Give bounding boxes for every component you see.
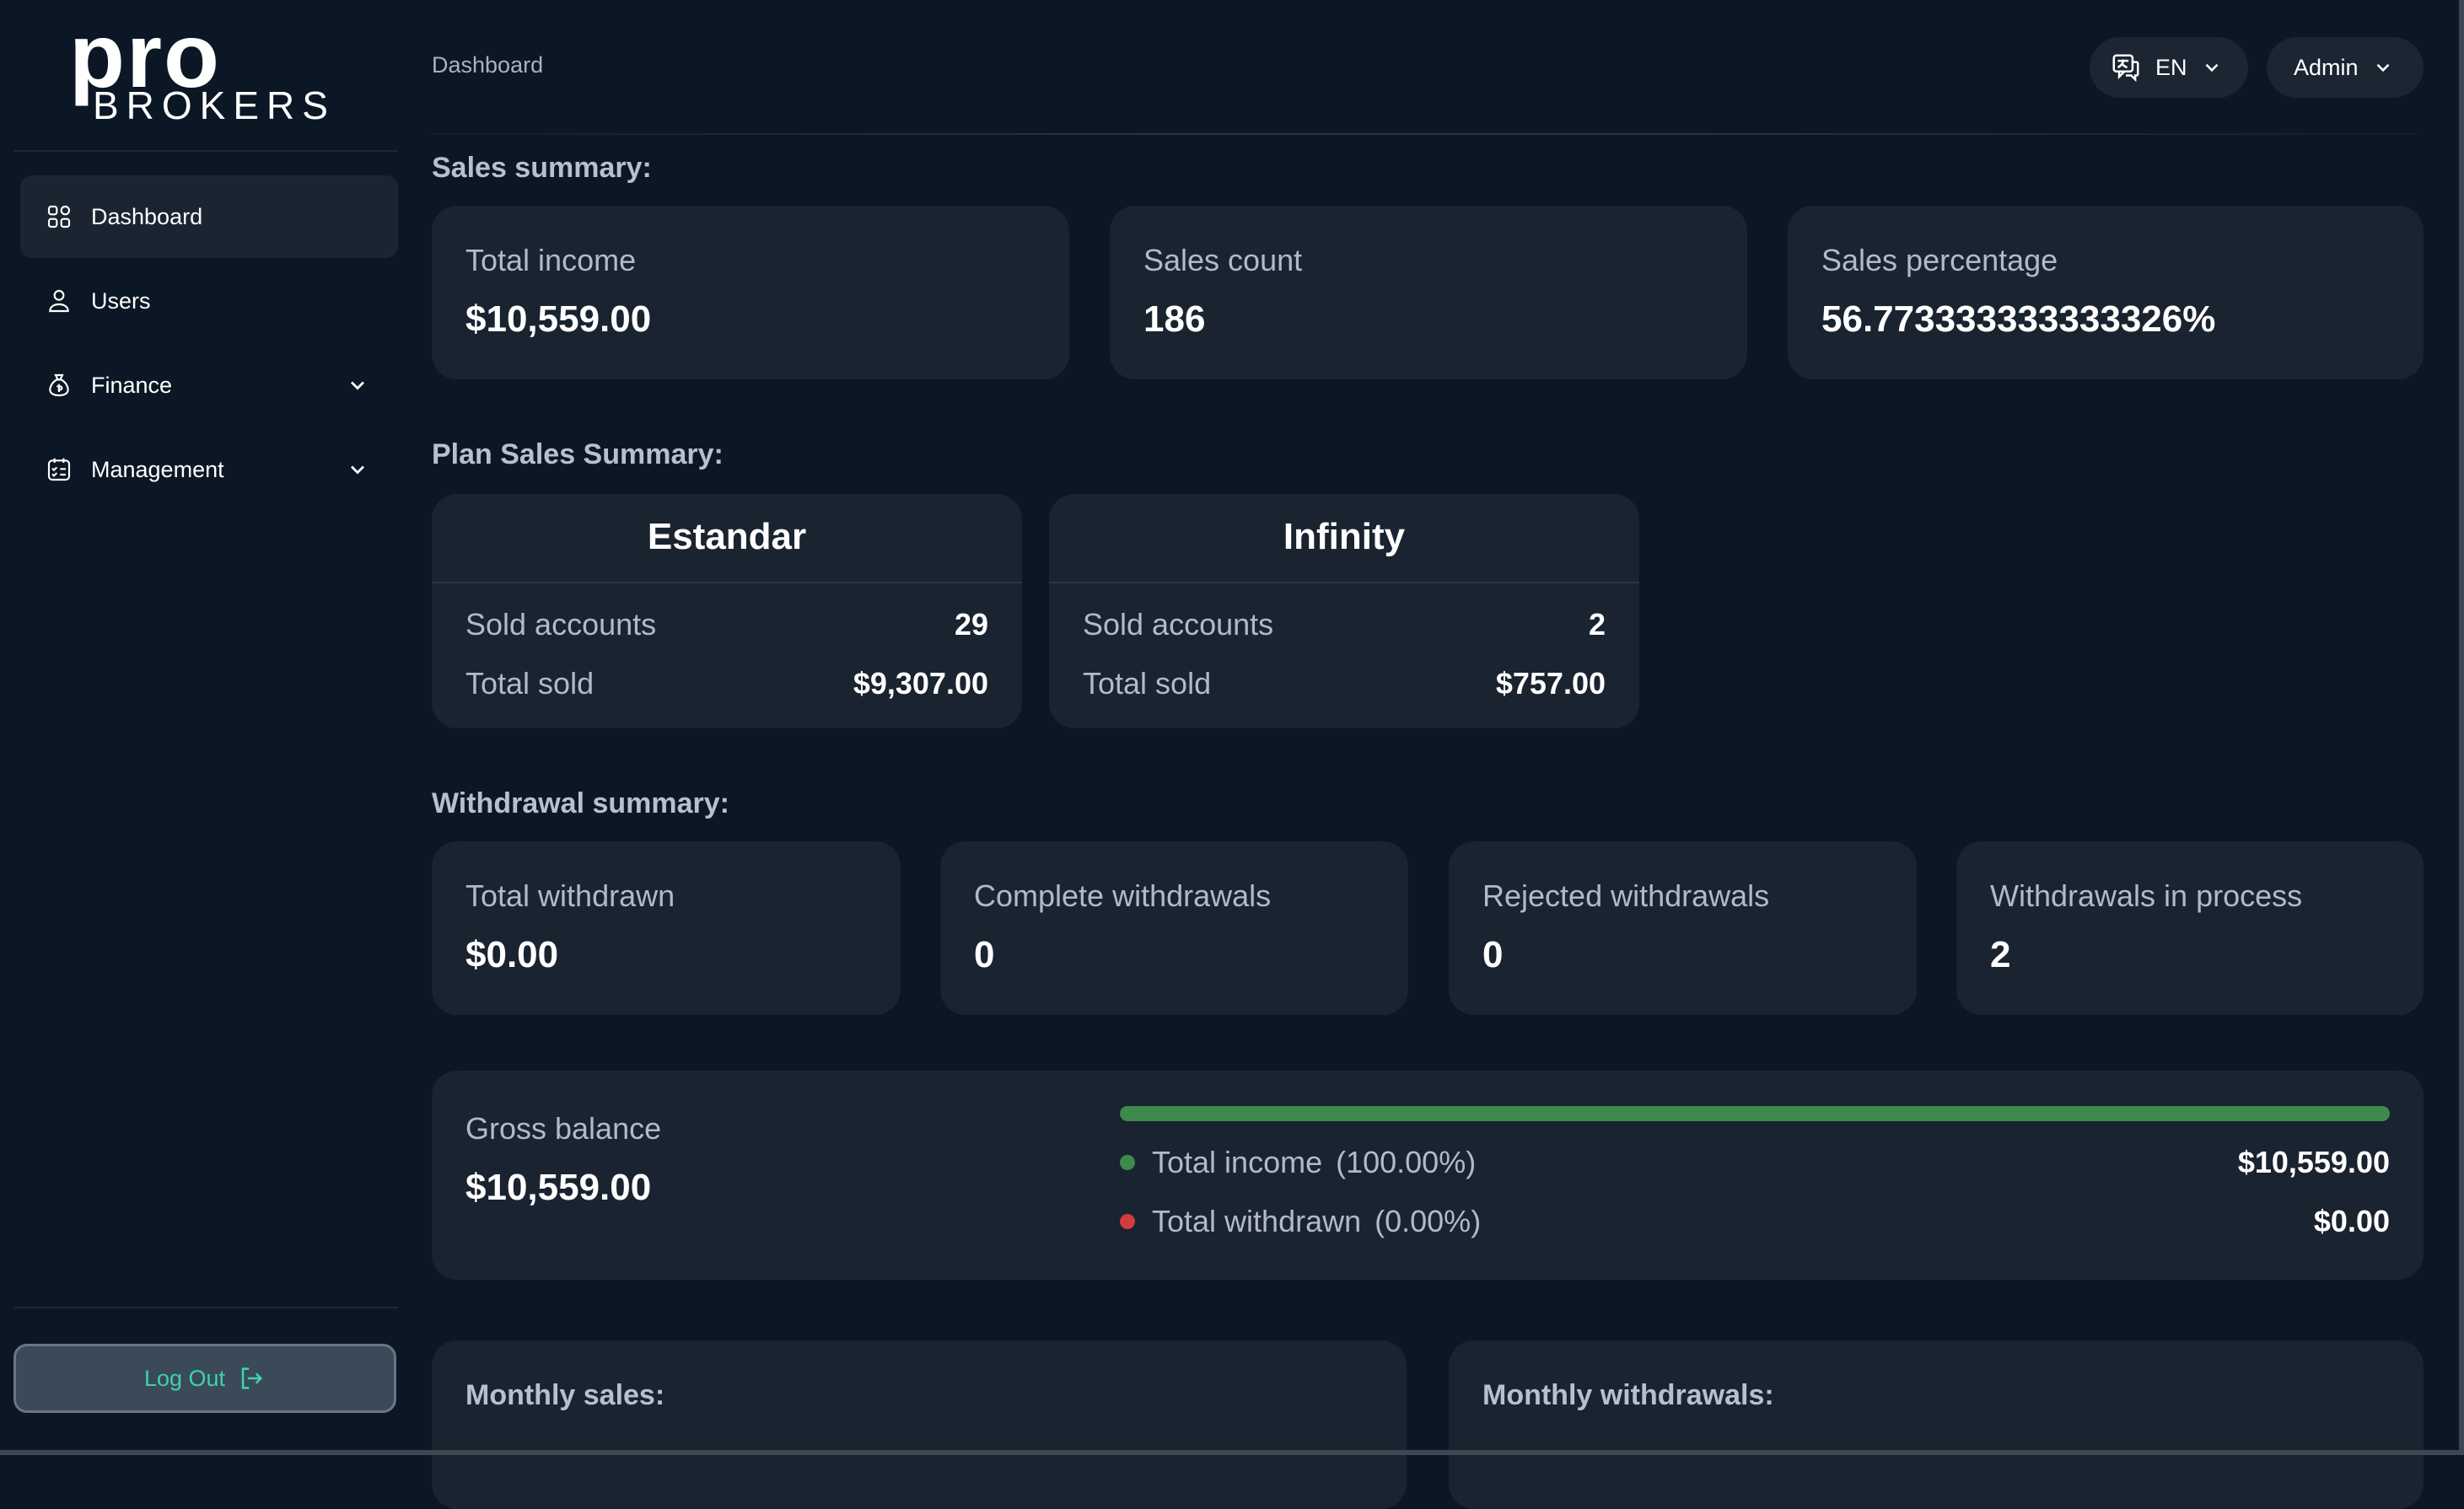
card-label: Rejected withdrawals xyxy=(1482,878,1770,913)
gross-balance-label: Gross balance xyxy=(465,1111,662,1146)
plan-divider xyxy=(432,582,1022,583)
plan-total-label: Total sold xyxy=(1083,666,1212,701)
translate-icon xyxy=(2110,51,2142,83)
user-menu-label: Admin xyxy=(2294,54,2359,80)
sidebar-item-label: Dashboard xyxy=(91,203,203,229)
sidebar-item-label: Management xyxy=(91,456,224,482)
sidebar-item-label: Finance xyxy=(91,372,173,398)
sidebar-item-dashboard[interactable]: Dashboard xyxy=(20,175,398,258)
sidebar-divider-top xyxy=(13,150,398,152)
plan-card-infinity: Infinity Sold accounts 2 Total sold $757… xyxy=(1049,494,1639,728)
card-value: $10,559.00 xyxy=(465,298,652,340)
card-value: 2 xyxy=(1990,934,2011,975)
brand-logo[interactable]: pro BROKERS xyxy=(69,10,347,126)
legend-amount: $10,559.00 xyxy=(2237,1145,2390,1179)
plan-sold-row: Sold accounts 2 xyxy=(1083,607,1606,642)
sidebar-item-label: Users xyxy=(91,287,151,314)
plan-total-value: $9,307.00 xyxy=(853,666,988,701)
header-divider xyxy=(430,133,2420,135)
chevron-down-icon xyxy=(2372,56,2394,78)
withdrawal-summary-title: Withdrawal summary: xyxy=(432,787,729,819)
legend-dot-red xyxy=(1120,1214,1135,1229)
user-icon xyxy=(44,286,74,316)
checklist-icon xyxy=(44,454,74,485)
card-value: 56.773333333333326% xyxy=(1821,298,2216,340)
rejected-withdrawals-card: Rejected withdrawals 0 xyxy=(1449,841,1917,1015)
monthly-sales-card: Monthly sales: xyxy=(432,1340,1407,1509)
plan-total-value: $757.00 xyxy=(1495,666,1606,701)
complete-withdrawals-card: Complete withdrawals 0 xyxy=(940,841,1408,1015)
sidebar: pro BROKERS Dashboard Users Finance Mana… xyxy=(0,0,413,1455)
legend-percent: (0.00%) xyxy=(1375,1204,1482,1238)
plan-card-estandar: Estandar Sold accounts 29 Total sold $9,… xyxy=(432,494,1022,728)
legend-percent: (100.00%) xyxy=(1336,1145,1477,1179)
plan-name: Infinity xyxy=(1283,516,1406,557)
chevron-down-icon xyxy=(2201,56,2223,78)
card-value: 0 xyxy=(1482,934,1504,975)
card-label: Total withdrawn xyxy=(465,878,675,913)
card-label: Complete withdrawals xyxy=(974,878,1272,913)
card-value: 186 xyxy=(1143,298,1206,340)
sidebar-item-finance[interactable]: Finance xyxy=(20,344,398,427)
card-label: Withdrawals in process xyxy=(1990,878,2303,913)
total-withdrawn-card: Total withdrawn $0.00 xyxy=(432,841,901,1015)
plan-sold-row: Sold accounts 29 xyxy=(465,607,988,642)
card-value: 0 xyxy=(974,934,995,975)
plan-total-label: Total sold xyxy=(465,666,594,701)
plan-sold-value: 29 xyxy=(954,607,988,642)
plan-name: Estandar xyxy=(647,516,807,557)
gross-balance-value: $10,559.00 xyxy=(465,1167,652,1208)
sidebar-item-management[interactable]: Management xyxy=(20,428,398,511)
card-value: $0.00 xyxy=(465,934,559,975)
monthly-withdrawals-title: Monthly withdrawals: xyxy=(1482,1379,1774,1411)
sidebar-item-users[interactable]: Users xyxy=(20,260,398,342)
legend-label: Total withdrawn xyxy=(1152,1204,1362,1238)
plan-divider xyxy=(1049,582,1639,583)
user-menu[interactable]: Admin xyxy=(2267,37,2424,98)
plan-sold-label: Sold accounts xyxy=(465,607,657,642)
plan-total-row: Total sold $9,307.00 xyxy=(465,666,988,701)
plan-sold-value: 2 xyxy=(1588,607,1606,642)
language-selector[interactable]: EN xyxy=(2090,37,2248,98)
dashboard-grid-icon xyxy=(44,201,74,232)
money-bag-icon xyxy=(44,370,74,400)
logout-label: Log Out xyxy=(143,1365,226,1391)
plan-total-row: Total sold $757.00 xyxy=(1083,666,1606,701)
legend-total-income: Total income (100.00%) $10,559.00 xyxy=(1120,1145,2390,1180)
legend-total-withdrawn: Total withdrawn (0.00%) $0.00 xyxy=(1120,1204,2390,1239)
card-label: Sales percentage xyxy=(1821,243,2058,277)
logout-button[interactable]: Log Out xyxy=(13,1344,396,1413)
card-label: Total income xyxy=(465,243,637,277)
monthly-withdrawals-card: Monthly withdrawals: xyxy=(1449,1340,2424,1509)
language-label: EN xyxy=(2155,54,2187,80)
window-frame-bottom xyxy=(0,1450,2464,1455)
logout-icon xyxy=(237,1364,266,1393)
monthly-sales-title: Monthly sales: xyxy=(465,1379,665,1411)
chevron-down-icon xyxy=(346,458,369,481)
withdrawals-in-process-card: Withdrawals in process 2 xyxy=(1956,841,2424,1015)
total-income-card: Total income $10,559.00 xyxy=(432,206,1069,379)
legend-label: Total income xyxy=(1152,1145,1323,1179)
sales-summary-title: Sales summary: xyxy=(432,152,652,184)
plan-sales-title: Plan Sales Summary: xyxy=(432,438,724,470)
sidebar-divider-bottom xyxy=(13,1307,398,1308)
legend-dot-green xyxy=(1120,1155,1135,1170)
legend-amount: $0.00 xyxy=(2313,1204,2390,1238)
balance-progress-fill xyxy=(1120,1106,2390,1121)
sales-percentage-card: Sales percentage 56.773333333333326% xyxy=(1788,206,2424,379)
chevron-down-icon xyxy=(346,373,369,397)
logo-text-bottom: BROKERS xyxy=(93,83,336,127)
breadcrumb: Dashboard xyxy=(432,52,544,78)
plan-sold-label: Sold accounts xyxy=(1083,607,1274,642)
gross-balance-card: Gross balance $10,559.00 Total income (1… xyxy=(432,1071,2424,1280)
sales-count-card: Sales count 186 xyxy=(1110,206,1747,379)
card-label: Sales count xyxy=(1143,243,1303,277)
window-frame-right xyxy=(2459,0,2464,1455)
balance-progress-bar xyxy=(1120,1106,2390,1121)
